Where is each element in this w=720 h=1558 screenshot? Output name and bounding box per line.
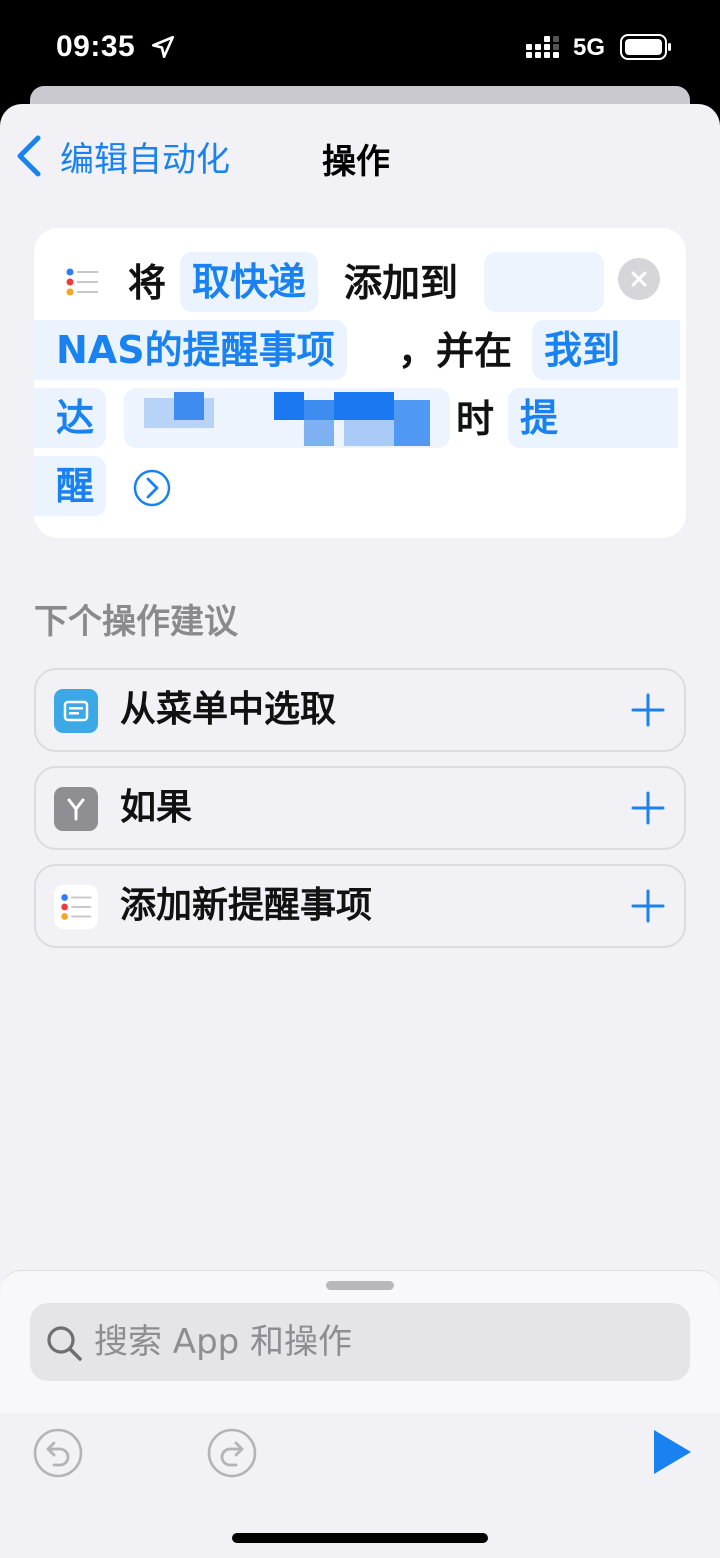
action-card: 将 取快递 添加到 NAS的提醒事项 ，并在 我到 达 时 提 醒 [34,228,686,538]
redo-icon[interactable] [206,1427,258,1479]
account-token[interactable] [484,252,604,312]
home-indicator [232,1533,488,1543]
plus-icon[interactable] [630,790,666,826]
battery-icon [620,34,671,60]
branch-icon [54,787,98,831]
editor-sheet: 编辑自动化 操作 将 取快递 添加到 NAS的提醒事项 ，并在 我到 达 时 提… [0,104,720,1558]
action-text-to: 添加到 [344,261,459,305]
status-bar: 09:35 5G [0,0,720,90]
remind-token-continued[interactable]: 醒 [34,456,107,516]
back-label: 编辑自动化 [60,139,230,180]
status-time: 09:35 [56,30,136,63]
reminder-title-token[interactable]: 取快递 [180,252,319,312]
action-text-and-at: ，并在 [398,329,513,373]
plus-icon[interactable] [630,888,666,924]
redacted-location [144,392,434,448]
plus-icon[interactable] [630,692,666,728]
reminders-icon [66,268,98,296]
back-button[interactable]: 编辑自动化 [14,130,230,182]
cellular-signal-icon [526,36,559,58]
page-title: 操作 [322,142,390,182]
remind-token[interactable]: 提 [508,388,679,448]
suggestion-choose-from-menu[interactable]: 从菜单中选取 [34,668,686,752]
location-token[interactable] [124,388,450,448]
editor-toolbar [0,1413,720,1558]
trigger-token[interactable]: 我到 [532,320,681,380]
search-bar[interactable] [30,1303,690,1381]
search-input[interactable] [94,1303,674,1381]
suggestion-add-reminder[interactable]: 添加新提醒事项 [34,864,686,948]
suggestion-label: 添加新提醒事项 [120,885,373,926]
suggestions-title: 下个操作建议 [34,602,238,642]
action-text-when: 时 [456,397,495,441]
search-icon [47,1326,82,1361]
panel-grabber[interactable] [326,1281,394,1290]
play-icon[interactable] [650,1427,694,1477]
network-type: 5G [573,34,606,61]
suggestion-label: 如果 [120,787,193,828]
show-more-icon[interactable] [132,468,172,508]
trigger-token-continued[interactable]: 达 [34,388,107,448]
menu-icon [54,689,98,733]
location-arrow-icon [151,35,175,59]
suggestion-if[interactable]: 如果 [34,766,686,850]
chevron-left-icon [17,135,41,177]
action-text-add: 将 [128,261,167,305]
suggestion-label: 从菜单中选取 [120,689,337,730]
undo-icon[interactable] [32,1427,84,1479]
reminders-icon [54,885,98,929]
reminder-list-token[interactable]: NAS的提醒事项 [34,320,347,380]
close-icon [631,271,647,287]
remove-action-button[interactable] [618,258,660,300]
